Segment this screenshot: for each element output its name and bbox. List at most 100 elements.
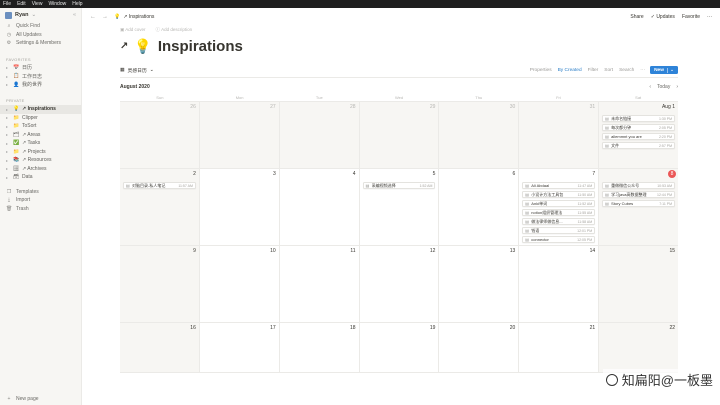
sidebar-page-2[interactable]: ▸ 👤 我的世界 xyxy=(0,81,81,90)
event-card[interactable]: ▤ connector 12:05 PM xyxy=(522,236,596,243)
chevron-right-icon[interactable]: ▸ xyxy=(6,74,10,79)
calendar-day-cell[interactable]: 5 ▤ 采编视频选择 1:52 AM xyxy=(360,169,440,245)
forward-arrow-icon[interactable]: → xyxy=(102,14,108,20)
calendar-day-cell[interactable]: 26 xyxy=(120,102,200,168)
calendar-day-cell[interactable]: 7 ▤ Ali Abdaal 11:47 AM ▤ 小设计方法工具包 11:50 AM ▤ An… xyxy=(519,169,600,245)
calendar-day-cell[interactable]: 19 xyxy=(360,323,440,372)
sidebar-page-1[interactable]: ▸ 📋 工作日志 xyxy=(0,72,81,81)
calendar-day-cell[interactable]: 3 xyxy=(200,169,280,245)
calendar-day-cell[interactable]: 22 xyxy=(599,323,679,372)
view-tool-3[interactable]: Sort xyxy=(604,68,613,73)
chevron-right-icon[interactable]: ▸ xyxy=(6,149,10,154)
today-button[interactable]: Today xyxy=(657,84,670,90)
sidebar-page-0[interactable]: ▸ 📅 日历 xyxy=(0,64,81,73)
menu-window[interactable]: Window xyxy=(48,1,66,7)
calendar-day-cell[interactable]: 11 xyxy=(280,246,360,322)
sidebar-page-5[interactable]: ▸ 📁 ↗ Projects xyxy=(0,148,81,157)
more-options-icon[interactable]: ··· xyxy=(707,14,712,20)
calendar-day-cell[interactable]: 13 xyxy=(439,246,520,322)
menu-view[interactable]: View xyxy=(32,1,43,7)
view-selector[interactable]: ▦ 灵感日历 ⌄ xyxy=(120,67,154,74)
event-card[interactable]: ▤ Story Cubes 7:11 PM xyxy=(602,200,676,207)
share-button[interactable]: Share xyxy=(630,14,643,20)
event-card[interactable]: ▤ Anki单词 11:52 AM xyxy=(522,200,596,207)
back-arrow-icon[interactable]: ← xyxy=(90,14,96,20)
workspace-switcher[interactable]: Ryan ⌄ « xyxy=(0,8,81,22)
sidebar-page-3[interactable]: ▸ 🗂 ↗ Areas xyxy=(0,131,81,140)
calendar-day-cell[interactable]: 27 xyxy=(199,102,280,168)
sidebar-page-6[interactable]: ▸ 📚 ↗ Resources xyxy=(0,156,81,165)
sidebar-page-8[interactable]: ▸ 🗃 Data xyxy=(0,173,81,182)
calendar-day-cell[interactable]: 4 xyxy=(280,169,360,245)
updates-button[interactable]: ✓ Updates xyxy=(651,14,675,20)
sidebar-item-templates[interactable]: ❐ Templates xyxy=(0,188,81,197)
calendar-day-cell[interactable]: 14 xyxy=(519,246,600,322)
collapse-sidebar-icon[interactable]: « xyxy=(73,12,76,18)
calendar-day-cell[interactable]: Aug 1 ▤ 未命名链接 1:30 PM ▤ 每次都分钟 2:05 PM ▤ allemmnt… xyxy=(599,102,679,168)
event-card[interactable]: ▤ 小设计方法工具包 11:50 AM xyxy=(522,191,596,198)
chevron-right-icon[interactable]: ▸ xyxy=(6,65,10,70)
sidebar-item-trash[interactable]: 🗑 Trash xyxy=(0,205,81,214)
chevron-right-icon[interactable]: ▸ xyxy=(6,132,10,137)
calendar-day-cell[interactable]: 16 xyxy=(120,323,200,372)
page-icon-bulb[interactable]: 💡 xyxy=(134,38,151,55)
event-card[interactable]: ▤ allemmnt you are 2:20 PM xyxy=(602,133,676,140)
menu-edit[interactable]: Edit xyxy=(17,1,26,7)
chevron-right-icon[interactable]: ▸ xyxy=(6,166,10,171)
event-card[interactable]: ▤ 钱语 12:01 PM xyxy=(522,227,596,234)
sidebar-item-settings-members[interactable]: ⚙ Settings & Members xyxy=(0,39,81,48)
menu-help[interactable]: Help xyxy=(72,1,82,7)
add-cover-button[interactable]: ▣ Add cover xyxy=(120,27,146,33)
view-tool-4[interactable]: Search xyxy=(619,68,634,73)
calendar-day-cell[interactable]: 21 xyxy=(519,323,600,372)
page-title[interactable]: Inspirations xyxy=(158,38,243,55)
calendar-day-cell[interactable]: 18 xyxy=(280,323,360,372)
calendar-day-cell[interactable]: 8 ▤ 重做微信公众号 10:53 AM ▤ 学习java高数据整理 12:44 PM ▤ St… xyxy=(599,169,679,245)
sidebar-item-all-updates[interactable]: ◷ All Updates xyxy=(0,31,81,40)
sidebar-page-2[interactable]: ▸ 📁 ToSort xyxy=(0,122,81,131)
calendar-day-cell[interactable]: 2 ▤ 对脑目录-私人笔记 11:57 AM xyxy=(120,169,200,245)
calendar-day-cell[interactable]: 20 xyxy=(439,323,520,372)
chevron-right-icon[interactable]: ▸ xyxy=(6,82,10,87)
breadcrumb[interactable]: 💡 ↗ Inspirations xyxy=(114,14,154,20)
prev-month-icon[interactable]: ‹ xyxy=(649,84,651,90)
sidebar-item-import[interactable]: ⤓ Import xyxy=(0,196,81,205)
event-card[interactable]: ▤ notion组织管理法 11:55 AM xyxy=(522,209,596,216)
chevron-right-icon[interactable]: ▸ xyxy=(6,124,10,129)
calendar-day-cell[interactable]: 28 xyxy=(279,102,360,168)
menu-file[interactable]: File xyxy=(3,1,11,7)
sidebar-page-4[interactable]: ▸ ✅ ↗ Tasks xyxy=(0,139,81,148)
event-card[interactable]: ▤ 重做微信公众号 10:53 AM xyxy=(602,182,676,189)
chevron-right-icon[interactable]: ▸ xyxy=(6,175,10,180)
event-card[interactable]: ▤ 对脑目录-私人笔记 11:57 AM xyxy=(123,182,196,189)
view-tool-1[interactable]: By Created xyxy=(558,68,582,73)
calendar-day-cell[interactable]: 17 xyxy=(200,323,280,372)
sidebar-page-7[interactable]: ▸ 🗄 ↗ Archives xyxy=(0,165,81,174)
next-month-icon[interactable]: › xyxy=(676,84,678,90)
chevron-right-icon[interactable]: ▸ xyxy=(6,107,10,112)
view-tool-5[interactable]: ··· xyxy=(640,68,645,73)
view-tool-2[interactable]: Filter xyxy=(588,68,599,73)
event-card[interactable]: ▤ 采编视频选择 1:52 AM xyxy=(362,182,436,189)
event-card[interactable]: ▤ 文件 2:57 PM xyxy=(602,142,676,149)
calendar-day-cell[interactable]: 29 xyxy=(359,102,440,168)
chevron-right-icon[interactable]: ▸ xyxy=(6,141,10,146)
favorite-button[interactable]: Favorite xyxy=(682,14,700,20)
event-card[interactable]: ▤ 做法律师做信息... 11:58 AM xyxy=(522,218,596,225)
new-record-button[interactable]: New ⌄ xyxy=(650,66,678,74)
event-card[interactable]: ▤ Ali Abdaal 11:47 AM xyxy=(522,182,596,189)
view-tool-0[interactable]: Properties xyxy=(530,68,552,73)
event-card[interactable]: ▤ 每次都分钟 2:05 PM xyxy=(602,124,676,131)
chevron-right-icon[interactable]: ▸ xyxy=(6,158,10,163)
calendar-day-cell[interactable]: 15 xyxy=(599,246,679,322)
calendar-day-cell[interactable]: 9 xyxy=(120,246,200,322)
new-page-button[interactable]: + New page xyxy=(0,395,81,404)
add-description-button[interactable]: ⓘ Add description xyxy=(156,27,193,33)
sidebar-page-0[interactable]: ▸ 💡 ↗ Inspirations xyxy=(0,105,81,114)
calendar-day-cell[interactable]: 31 xyxy=(519,102,600,168)
calendar-day-cell[interactable]: 12 xyxy=(360,246,440,322)
calendar-day-cell[interactable]: 6 xyxy=(439,169,520,245)
calendar-day-cell[interactable]: 10 xyxy=(200,246,280,322)
sidebar-item-quick-find[interactable]: ⌕ Quick Find xyxy=(0,22,81,31)
sidebar-page-1[interactable]: ▸ 📁 Clipper xyxy=(0,114,81,123)
